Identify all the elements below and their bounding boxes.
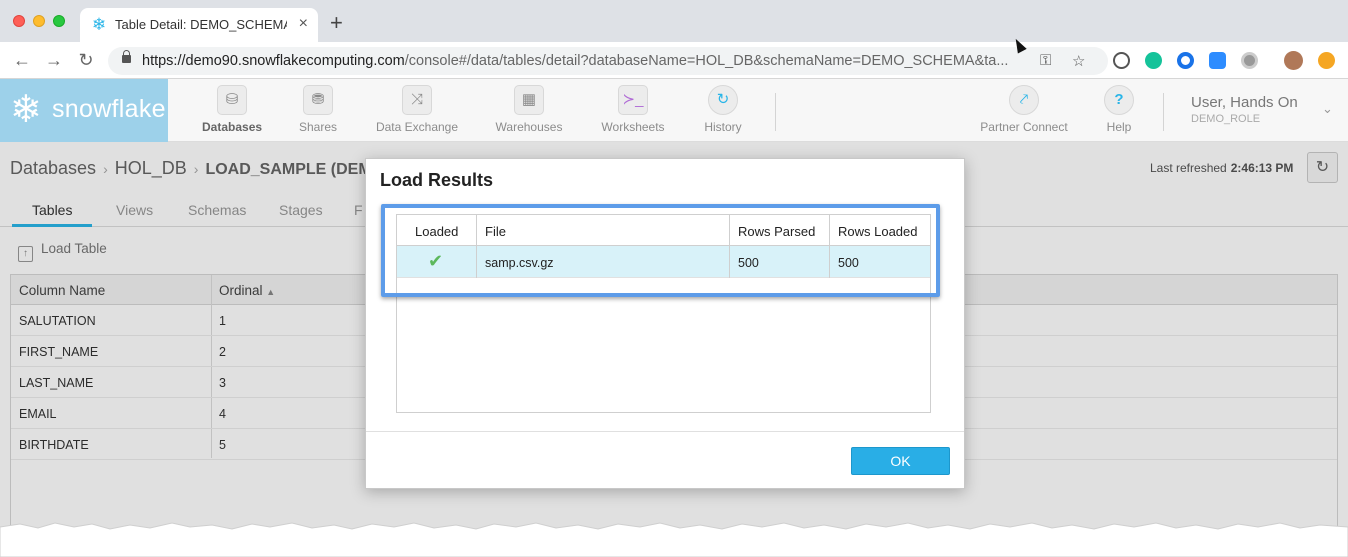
browser-tab[interactable]: ❄ Table Detail: DEMO_SCHEMA.L × bbox=[80, 8, 318, 42]
extension-circle-icon[interactable] bbox=[1241, 52, 1258, 69]
extension-info-icon[interactable] bbox=[1113, 52, 1130, 69]
dialog-title: Load Results bbox=[380, 170, 494, 190]
history-icon: ↻ bbox=[708, 85, 738, 115]
nav-divider bbox=[775, 93, 776, 131]
annotation-highlight-box bbox=[381, 204, 940, 297]
extension-o-icon[interactable] bbox=[1177, 52, 1194, 69]
nav-warehouses[interactable]: ▦ Warehouses bbox=[494, 85, 564, 137]
help-icon: ? bbox=[1104, 85, 1134, 115]
ok-button[interactable]: OK bbox=[851, 447, 950, 475]
snowflake-logo[interactable]: ❄ snowflake bbox=[0, 79, 168, 142]
nav-worksheets[interactable]: ≻_ Worksheets bbox=[598, 85, 668, 137]
update-icon[interactable] bbox=[1318, 52, 1335, 69]
snowflake-favicon-icon: ❄ bbox=[91, 15, 107, 34]
shares-icon: ⛃ bbox=[303, 85, 333, 115]
nav-databases[interactable]: ⛁ Databases bbox=[202, 85, 262, 137]
nav-divider bbox=[1163, 93, 1164, 131]
url-text[interactable]: https://demo90.snowflakecomputing.com/co… bbox=[142, 53, 1022, 69]
nav-help[interactable]: ? Help bbox=[1100, 85, 1138, 137]
address-bar[interactable]: https://demo90.snowflakecomputing.com/co… bbox=[108, 47, 1108, 75]
torn-edge bbox=[0, 522, 1348, 557]
minimize-window-button[interactable] bbox=[33, 15, 45, 27]
user-name[interactable]: User, Hands On bbox=[1191, 94, 1298, 111]
grammarly-extension-icon[interactable] bbox=[1145, 52, 1162, 69]
nav-shares[interactable]: ⛃ Shares bbox=[292, 85, 344, 137]
browser-toolbar: ← → ↻ https://demo90.snowflakecomputing.… bbox=[0, 42, 1348, 79]
maximize-window-button[interactable] bbox=[53, 15, 65, 27]
browser-tab-title: Table Detail: DEMO_SCHEMA.L bbox=[115, 17, 287, 32]
new-tab-button[interactable]: + bbox=[330, 11, 343, 35]
warehouses-icon: ▦ bbox=[514, 85, 544, 115]
data-exchange-icon: ⤨ bbox=[402, 85, 432, 115]
dialog-divider bbox=[366, 431, 964, 432]
browser-tabstrip: ❄ Table Detail: DEMO_SCHEMA.L × + bbox=[0, 0, 1348, 42]
forward-button[interactable]: → bbox=[42, 48, 66, 72]
close-window-button[interactable] bbox=[13, 15, 25, 27]
zoom-extension-icon[interactable] bbox=[1209, 52, 1226, 69]
user-role: DEMO_ROLE bbox=[1191, 113, 1261, 125]
nav-data-exchange[interactable]: ⤨ Data Exchange bbox=[372, 85, 462, 137]
snowflake-logo-icon: ❄ bbox=[10, 89, 42, 131]
profile-avatar[interactable] bbox=[1284, 51, 1303, 70]
bookmark-star-icon[interactable]: ☆ bbox=[1072, 52, 1085, 70]
reload-button[interactable]: ↻ bbox=[74, 48, 98, 72]
app-header: ❄ snowflake ⛁ Databases ⛃ Shares ⤨ Data … bbox=[0, 79, 1348, 142]
nav-partner-connect[interactable]: ⤤ Partner Connect bbox=[978, 85, 1070, 137]
chevron-down-icon[interactable]: ⌄ bbox=[1322, 101, 1333, 117]
back-button[interactable]: ← bbox=[10, 48, 34, 72]
partner-connect-icon: ⤤ bbox=[1009, 85, 1039, 115]
worksheets-icon: ≻_ bbox=[618, 85, 648, 115]
database-icon: ⛁ bbox=[217, 85, 247, 115]
nav-history[interactable]: ↻ History bbox=[700, 85, 746, 137]
tab-close-icon[interactable]: × bbox=[299, 15, 308, 33]
key-icon[interactable]: ⚿ bbox=[1040, 52, 1051, 69]
logo-text: snowflake bbox=[52, 95, 166, 123]
lock-icon bbox=[122, 50, 131, 63]
